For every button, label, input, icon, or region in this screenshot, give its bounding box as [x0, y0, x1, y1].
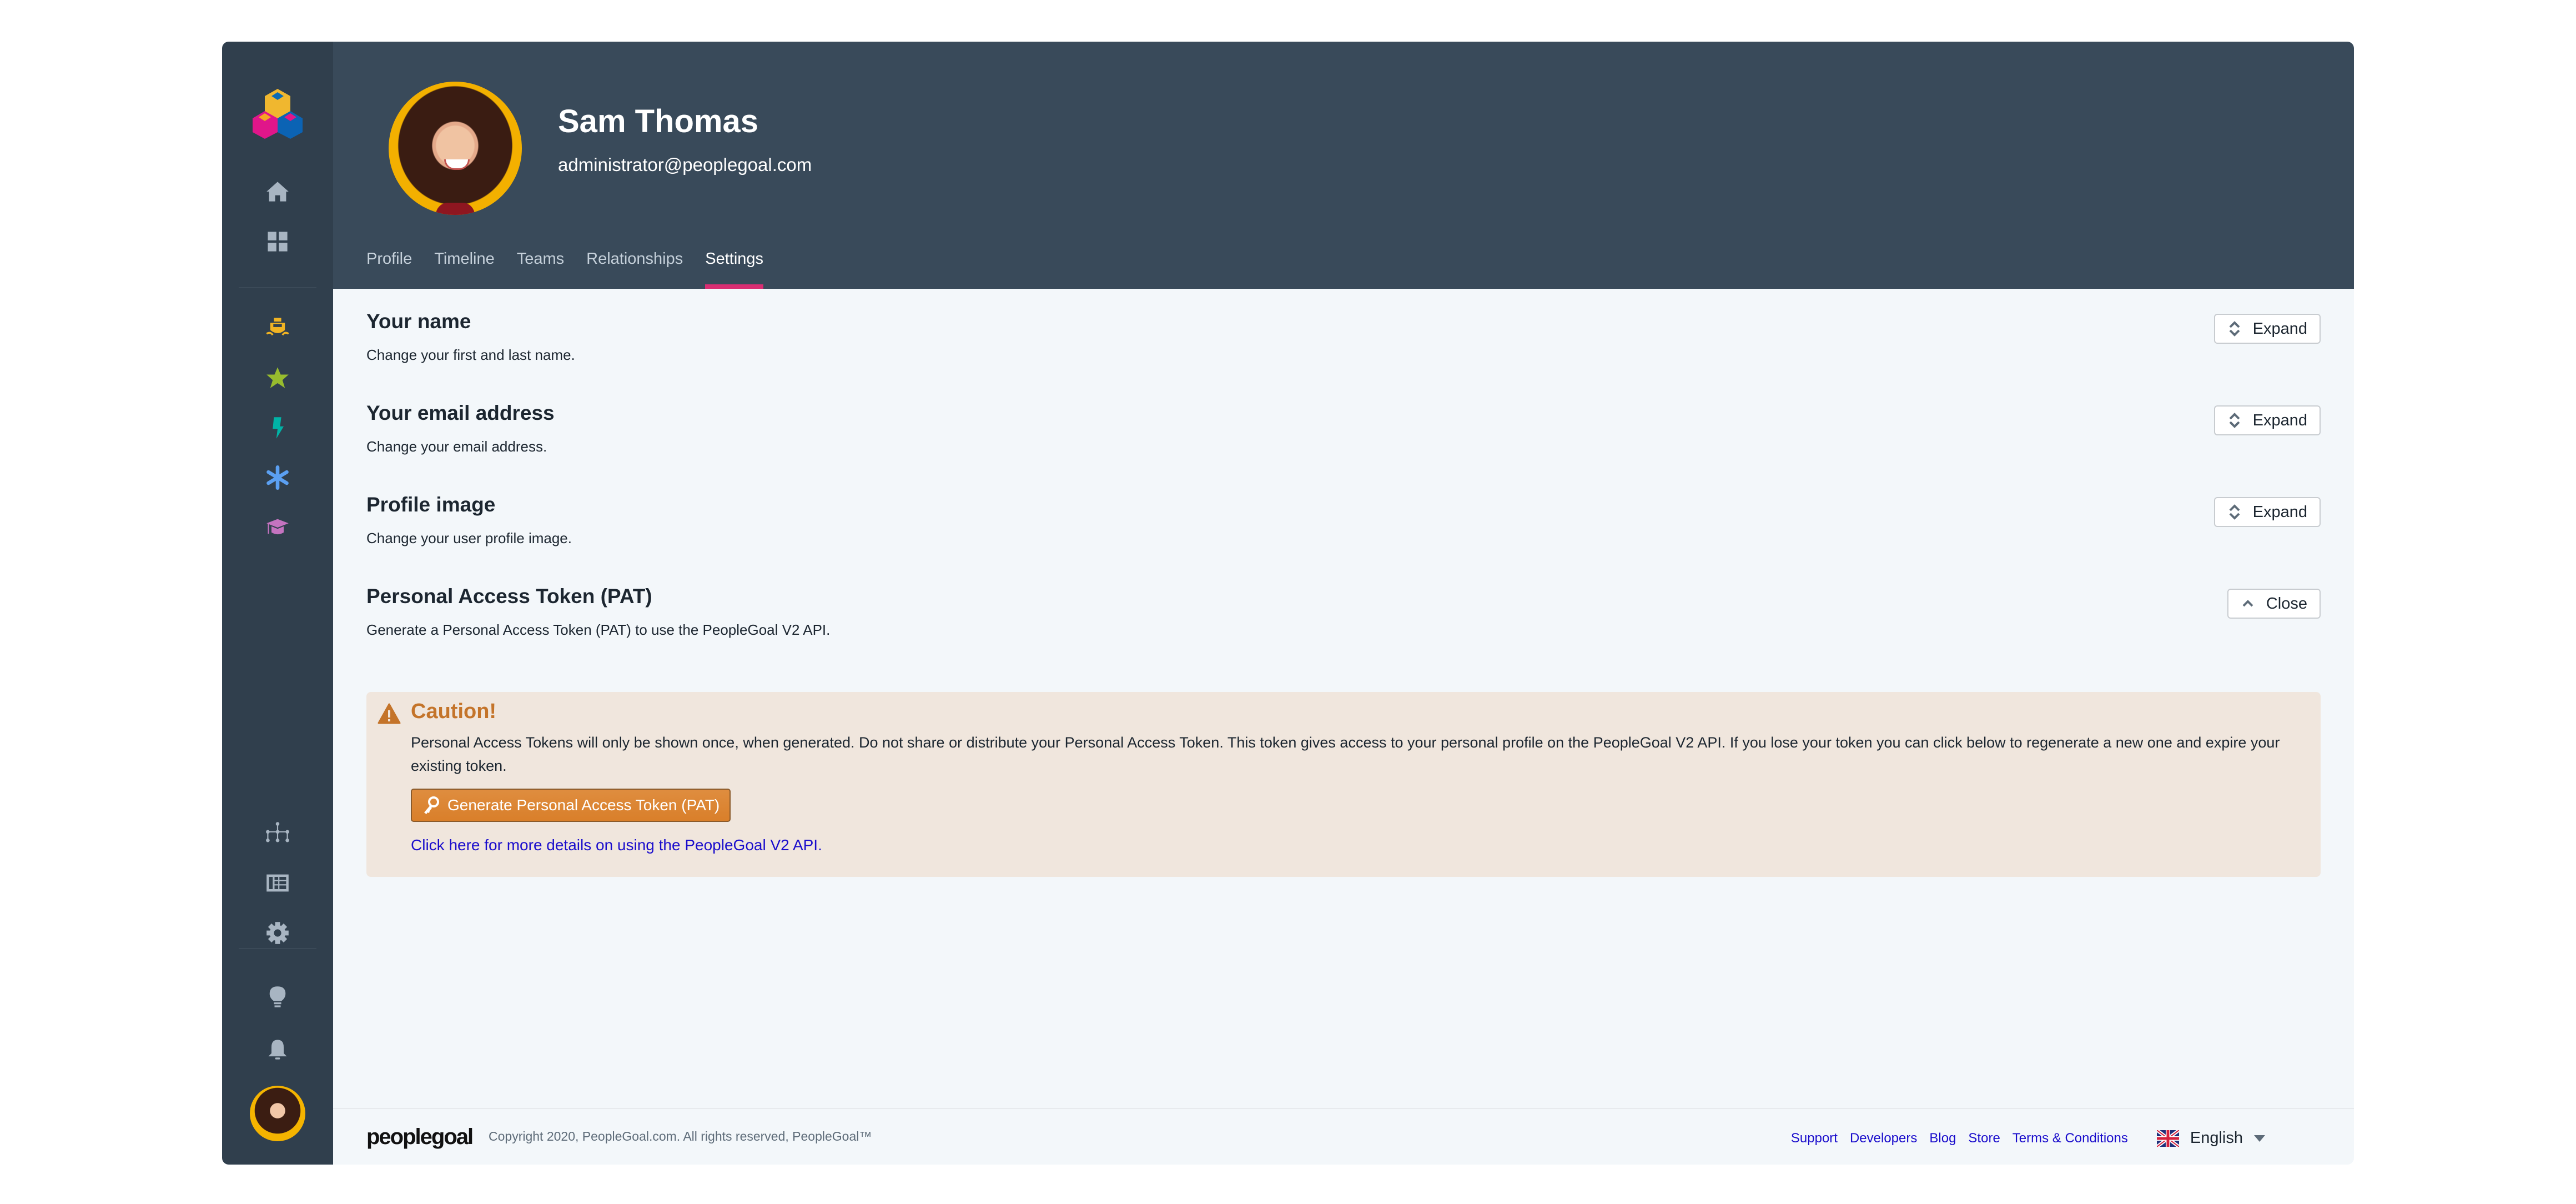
- section-description: Change your user profile image.: [366, 530, 572, 546]
- section-title: Your email address: [366, 402, 555, 424]
- table-icon: [266, 874, 289, 892]
- home-icon: [266, 182, 289, 202]
- footer-link-support[interactable]: Support: [1791, 1131, 1838, 1146]
- settings-section-pat: Personal Access Token (PAT) Generate a P…: [366, 585, 2321, 639]
- lightning-icon: [273, 417, 284, 439]
- caution-title: Caution!: [411, 700, 497, 723]
- close-label: Close: [2266, 594, 2307, 613]
- lightbulb-icon: [269, 986, 286, 1007]
- expand-email-button[interactable]: Expand: [2213, 405, 2321, 435]
- section-description: Change your email address.: [366, 438, 547, 455]
- settings-section-email: Your email address Change your email add…: [366, 402, 2321, 455]
- asterisk-icon: [266, 465, 289, 490]
- profile-header: Sam Thomas administrator@peoplegoal.com …: [333, 42, 2354, 289]
- settings-section-profile-image: Profile image Change your user profile i…: [366, 493, 2321, 547]
- expand-name-button[interactable]: Expand: [2213, 314, 2321, 344]
- user-email: administrator@peoplegoal.com: [558, 154, 812, 175]
- sidebar-item-star[interactable]: [264, 364, 291, 392]
- sidebar-item-settings[interactable]: [264, 919, 291, 947]
- sidebar-user-avatar[interactable]: [250, 1086, 305, 1141]
- tab-teams[interactable]: Teams: [517, 250, 564, 289]
- expand-label: Expand: [2252, 411, 2307, 429]
- sidebar-item-ship[interactable]: [264, 314, 291, 342]
- sidebar: [222, 42, 333, 1165]
- section-title: Personal Access Token (PAT): [366, 585, 652, 608]
- footer-link-developers[interactable]: Developers: [1850, 1131, 1917, 1146]
- warning-triangle-icon: [378, 703, 401, 724]
- user-name: Sam Thomas: [558, 103, 758, 139]
- caution-box: Caution! Personal Access Tokens will onl…: [366, 692, 2321, 877]
- sidebar-divider: [239, 287, 316, 288]
- sidebar-item-table[interactable]: [264, 869, 291, 897]
- api-docs-link[interactable]: Click here for more details on using the…: [411, 836, 822, 854]
- section-title: Your name: [366, 310, 471, 333]
- copyright-text: Copyright 2020, PeopleGoal.com. All righ…: [489, 1129, 872, 1143]
- settings-content: Your name Change your first and last nam…: [333, 289, 2354, 1109]
- sidebar-item-dashboard[interactable]: [264, 228, 291, 255]
- dashboard-grid-icon: [268, 232, 288, 252]
- section-description: Change your first and last name.: [366, 347, 575, 363]
- generate-pat-label: Generate Personal Access Token (PAT): [447, 796, 720, 814]
- tab-settings[interactable]: Settings: [705, 250, 763, 289]
- org-chart-icon: [266, 822, 289, 842]
- sidebar-item-notifications[interactable]: [264, 1036, 291, 1063]
- caret-down-icon: [2254, 1135, 2265, 1142]
- sidebar-item-org-chart[interactable]: [264, 819, 291, 847]
- footer-link-terms[interactable]: Terms & Conditions: [2012, 1131, 2128, 1146]
- close-pat-button[interactable]: Close: [2227, 589, 2321, 619]
- chevron-up-icon: [2242, 600, 2253, 607]
- generate-pat-button[interactable]: Generate Personal Access Token (PAT): [411, 789, 731, 822]
- app-window: Sam Thomas administrator@peoplegoal.com …: [222, 42, 2354, 1165]
- sidebar-item-lightning[interactable]: [264, 414, 291, 442]
- ship-icon: [266, 318, 289, 336]
- avatar-smile: [444, 159, 470, 170]
- bell-icon: [268, 1040, 287, 1060]
- chevron-up-down-icon: [2229, 321, 2240, 337]
- footer-link-store[interactable]: Store: [1968, 1131, 2000, 1146]
- key-icon: [424, 796, 439, 814]
- avatar-shirt: [436, 203, 475, 215]
- footer-link-blog[interactable]: Blog: [1929, 1131, 1956, 1146]
- language-label: English: [2190, 1129, 2243, 1147]
- section-title: Profile image: [366, 493, 496, 516]
- tab-timeline[interactable]: Timeline: [434, 250, 495, 289]
- footer-links: Support Developers Blog Store Terms & Co…: [1791, 1129, 2265, 1147]
- chevron-up-down-icon: [2229, 504, 2240, 520]
- caution-text: Personal Access Tokens will only be show…: [411, 734, 2280, 774]
- star-icon: [266, 367, 289, 388]
- tab-profile[interactable]: Profile: [366, 250, 412, 289]
- expand-label: Expand: [2252, 503, 2307, 521]
- profile-avatar: [389, 82, 522, 215]
- sidebar-item-learning[interactable]: [264, 514, 291, 541]
- sidebar-item-home[interactable]: [264, 178, 291, 205]
- sidebar-item-ideas[interactable]: [264, 983, 291, 1011]
- graduation-cap-icon: [266, 519, 289, 535]
- footer: peoplegoal Copyright 2020, PeopleGoal.co…: [333, 1108, 2354, 1165]
- tab-relationships[interactable]: Relationships: [586, 250, 683, 289]
- uk-flag-icon: [2156, 1130, 2179, 1147]
- settings-section-name: Your name Change your first and last nam…: [366, 310, 2321, 364]
- chevron-up-down-icon: [2229, 413, 2240, 428]
- language-selector[interactable]: English: [2156, 1129, 2265, 1147]
- expand-profile-image-button[interactable]: Expand: [2213, 497, 2321, 527]
- sidebar-item-asterisk[interactable]: [264, 464, 291, 491]
- peoplegoal-logo-icon[interactable]: [253, 89, 303, 139]
- section-description: Generate a Personal Access Token (PAT) t…: [366, 621, 831, 638]
- expand-label: Expand: [2252, 319, 2307, 338]
- gear-icon: [266, 922, 289, 944]
- footer-logo[interactable]: peoplegoal: [366, 1125, 474, 1150]
- sidebar-divider: [239, 948, 316, 949]
- profile-tabs: Profile Timeline Teams Relationships Set…: [366, 250, 786, 289]
